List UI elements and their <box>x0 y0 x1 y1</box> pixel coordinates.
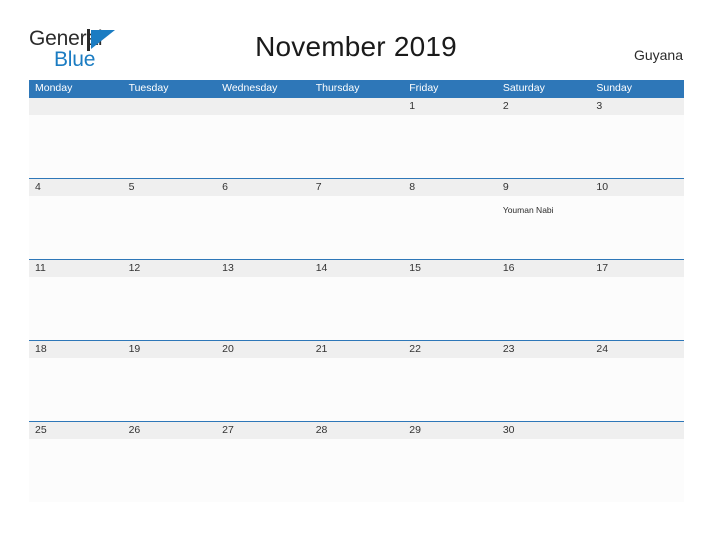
date-number[interactable]: 1 <box>403 98 497 115</box>
date-number[interactable]: 24 <box>590 341 684 358</box>
date-number[interactable]: 10 <box>590 179 684 196</box>
day-cell[interactable] <box>216 358 310 421</box>
week-date-band: 4 5 6 7 8 9 10 <box>29 179 684 196</box>
date-number[interactable]: 22 <box>403 341 497 358</box>
date-number[interactable]: 15 <box>403 260 497 277</box>
page-title: November 2019 <box>255 31 457 62</box>
weekday-wednesday: Wednesday <box>222 82 278 94</box>
day-cell-holiday[interactable]: Youman Nabi <box>497 196 591 259</box>
weekday-friday: Friday <box>409 82 439 94</box>
date-number[interactable]: 27 <box>216 422 310 439</box>
day-cell[interactable] <box>29 277 123 340</box>
day-cell[interactable] <box>497 277 591 340</box>
day-cell[interactable] <box>403 358 497 421</box>
day-cell[interactable] <box>123 277 217 340</box>
country-label: Guyana <box>633 47 683 63</box>
day-cell[interactable] <box>216 277 310 340</box>
day-cell[interactable] <box>123 358 217 421</box>
day-cell[interactable] <box>216 439 310 502</box>
date-number[interactable]: 5 <box>123 179 217 196</box>
day-cell[interactable] <box>29 196 123 259</box>
date-number[interactable]: 21 <box>310 341 404 358</box>
date-number[interactable]: 4 <box>29 179 123 196</box>
week-date-band: 11 12 13 14 15 16 17 <box>29 260 684 277</box>
day-cell[interactable] <box>590 277 684 340</box>
calendar-grid: Monday Tuesday Wednesday Thursday Friday… <box>29 80 684 502</box>
day-cell[interactable] <box>590 196 684 259</box>
weekday-thursday: Thursday <box>315 82 360 94</box>
date-number[interactable]: 26 <box>123 422 217 439</box>
day-cell[interactable] <box>403 439 497 502</box>
day-cell[interactable] <box>590 115 684 178</box>
date-number[interactable]: 12 <box>123 260 217 277</box>
day-cell[interactable] <box>497 358 591 421</box>
week-event-band <box>29 115 684 178</box>
date-number[interactable]: 29 <box>403 422 497 439</box>
day-cell[interactable] <box>590 358 684 421</box>
day-cell[interactable] <box>497 439 591 502</box>
date-number[interactable] <box>216 98 310 115</box>
day-cell[interactable] <box>310 115 404 178</box>
date-number[interactable]: 11 <box>29 260 123 277</box>
day-cell[interactable] <box>403 196 497 259</box>
day-cell[interactable] <box>29 358 123 421</box>
day-cell[interactable] <box>216 196 310 259</box>
date-number[interactable]: 13 <box>216 260 310 277</box>
day-cell[interactable] <box>497 115 591 178</box>
date-number[interactable]: 18 <box>29 341 123 358</box>
day-cell[interactable] <box>123 196 217 259</box>
week-row: 25 26 27 28 29 30 <box>29 421 684 502</box>
day-cell[interactable] <box>123 115 217 178</box>
day-cell[interactable] <box>310 196 404 259</box>
day-cell[interactable] <box>29 115 123 178</box>
day-cell[interactable] <box>403 277 497 340</box>
week-date-band: 25 26 27 28 29 30 <box>29 422 684 439</box>
week-event-band <box>29 358 684 421</box>
week-row: 18 19 20 21 22 23 24 <box>29 340 684 421</box>
day-cell[interactable] <box>590 439 684 502</box>
weekday-tuesday: Tuesday <box>128 82 169 94</box>
date-number[interactable]: 19 <box>123 341 217 358</box>
week-row: 1 2 3 <box>29 97 684 178</box>
date-number[interactable]: 17 <box>590 260 684 277</box>
weekday-monday: Monday <box>35 82 73 94</box>
date-number[interactable]: 23 <box>497 341 591 358</box>
week-event-band: Youman Nabi <box>29 196 684 259</box>
day-cell[interactable] <box>403 115 497 178</box>
event-label: Youman Nabi <box>502 205 554 215</box>
date-number[interactable] <box>29 98 123 115</box>
week-date-band: 1 2 3 <box>29 98 684 115</box>
date-number[interactable]: 7 <box>310 179 404 196</box>
weekday-sunday: Sunday <box>596 82 632 94</box>
day-cell[interactable] <box>29 439 123 502</box>
day-cell[interactable] <box>310 358 404 421</box>
weekday-header-row: Monday Tuesday Wednesday Thursday Friday… <box>29 80 684 97</box>
date-number[interactable]: 25 <box>29 422 123 439</box>
date-number[interactable]: 6 <box>216 179 310 196</box>
date-number[interactable] <box>310 98 404 115</box>
date-number[interactable]: 8 <box>403 179 497 196</box>
date-number[interactable]: 3 <box>590 98 684 115</box>
day-cell[interactable] <box>216 115 310 178</box>
date-number[interactable]: 20 <box>216 341 310 358</box>
date-number[interactable] <box>123 98 217 115</box>
date-number[interactable] <box>590 422 684 439</box>
date-number[interactable]: 14 <box>310 260 404 277</box>
day-cell[interactable] <box>123 439 217 502</box>
day-cell[interactable] <box>310 439 404 502</box>
date-number[interactable]: 28 <box>310 422 404 439</box>
week-date-band: 18 19 20 21 22 23 24 <box>29 341 684 358</box>
date-number[interactable]: 16 <box>497 260 591 277</box>
week-event-band <box>29 277 684 340</box>
week-row: 4 5 6 7 8 9 10 Youman Nabi <box>29 178 684 259</box>
day-cell[interactable] <box>310 277 404 340</box>
week-event-band <box>29 439 684 502</box>
weekday-saturday: Saturday <box>502 82 545 94</box>
page-header: General Blue November 2019 Guyana <box>0 0 712 80</box>
date-number[interactable]: 2 <box>497 98 591 115</box>
date-number[interactable]: 30 <box>497 422 591 439</box>
week-row: 11 12 13 14 15 16 17 <box>29 259 684 340</box>
date-number[interactable]: 9 <box>497 179 591 196</box>
